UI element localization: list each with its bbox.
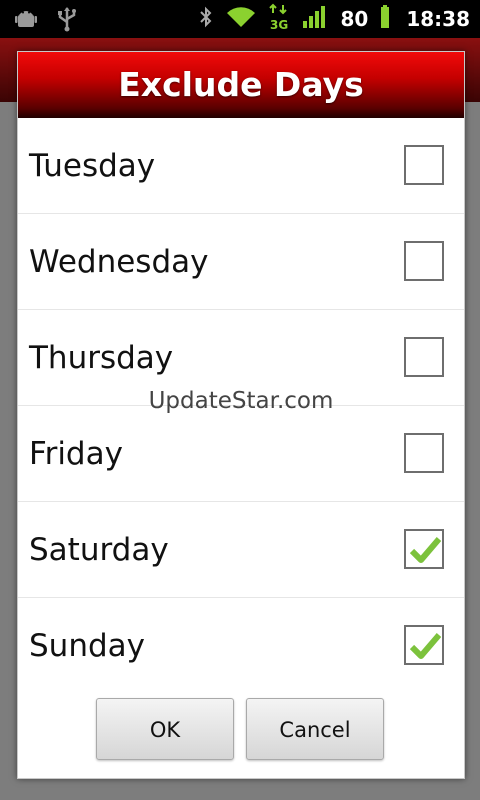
day-row-tuesday[interactable]: Tuesday bbox=[18, 118, 464, 214]
checkmark-icon bbox=[409, 537, 441, 563]
tuesday-checkbox[interactable] bbox=[404, 145, 444, 185]
dialog-title: Exclude Days bbox=[18, 52, 464, 118]
day-row-friday[interactable]: Friday bbox=[18, 406, 464, 502]
day-label: Thursday bbox=[29, 340, 174, 376]
clock: 18:38 bbox=[406, 7, 470, 31]
ok-button[interactable]: OK bbox=[96, 698, 234, 760]
signal-icon bbox=[302, 5, 328, 33]
day-label: Friday bbox=[29, 436, 123, 472]
wifi-icon bbox=[226, 5, 256, 33]
day-label: Wednesday bbox=[29, 244, 209, 280]
thursday-checkbox[interactable] bbox=[404, 337, 444, 377]
android-debug-icon bbox=[14, 7, 38, 35]
day-row-saturday[interactable]: Saturday bbox=[18, 502, 464, 598]
cancel-button[interactable]: Cancel bbox=[246, 698, 384, 760]
day-row-sunday[interactable]: Sunday bbox=[18, 598, 464, 694]
saturday-checkbox[interactable] bbox=[404, 529, 444, 569]
battery-level-text: 80 bbox=[340, 7, 369, 31]
checkmark-icon bbox=[409, 633, 441, 659]
day-list: Tuesday Wednesday Thursday Friday Saturd… bbox=[18, 118, 464, 694]
day-row-wednesday[interactable]: Wednesday bbox=[18, 214, 464, 310]
day-label: Sunday bbox=[29, 628, 145, 664]
dialog-button-bar: OK Cancel bbox=[18, 698, 464, 764]
data-3g-icon: 3G bbox=[268, 3, 290, 35]
battery-icon bbox=[380, 5, 390, 33]
day-label: Saturday bbox=[29, 532, 169, 568]
status-bar: 3G 80 18:38 bbox=[0, 0, 480, 38]
exclude-days-dialog: Exclude Days Tuesday Wednesday Thursday … bbox=[17, 51, 465, 779]
day-label: Tuesday bbox=[29, 148, 156, 184]
sunday-checkbox[interactable] bbox=[404, 625, 444, 665]
day-row-thursday[interactable]: Thursday bbox=[18, 310, 464, 406]
bluetooth-icon bbox=[198, 5, 214, 33]
usb-icon bbox=[56, 6, 78, 36]
friday-checkbox[interactable] bbox=[404, 433, 444, 473]
network-type-text: 3G bbox=[270, 18, 288, 31]
screen: 3G 80 18:38 Exclude Days Tuesday Wednesd… bbox=[0, 0, 480, 800]
wednesday-checkbox[interactable] bbox=[404, 241, 444, 281]
